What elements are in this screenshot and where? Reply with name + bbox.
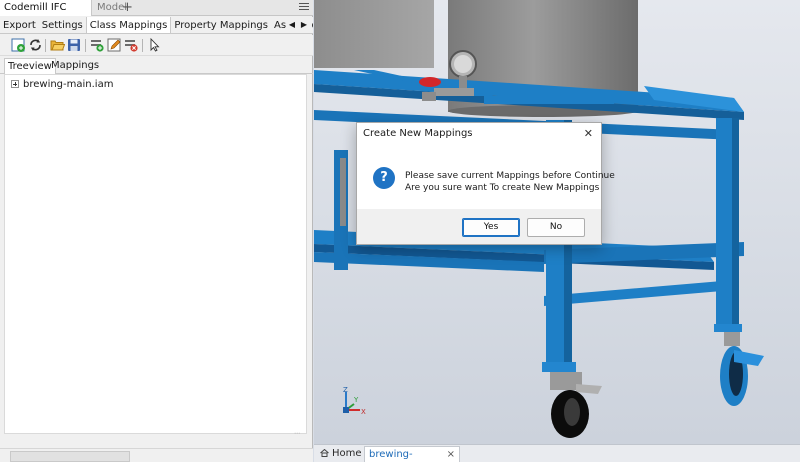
mappings-toolbar bbox=[0, 35, 313, 56]
ifc-exporter-panel: Codemill IFC Exporter Model + ExportSett… bbox=[0, 0, 313, 462]
toolbar-separator bbox=[142, 39, 143, 52]
resize-grip-icon[interactable]: ⋯ bbox=[294, 430, 302, 438]
exporter-subtabs: Export Settings Class Mappings Property Map… bbox=[0, 17, 313, 34]
dialog-message-line-1: Please save current Mappings before Cont… bbox=[405, 171, 615, 181]
app-window: Codemill IFC Exporter Model + ExportSett… bbox=[0, 0, 800, 462]
valve-handle bbox=[419, 77, 441, 87]
delete-icon[interactable] bbox=[124, 38, 139, 52]
view-tabs: Treeview Mappings bbox=[0, 57, 313, 74]
tree-item[interactable]: brewing-main.iam bbox=[11, 78, 113, 92]
dialog-message: Please save current Mappings before Cont… bbox=[405, 170, 615, 194]
add-tab-button[interactable]: + bbox=[122, 0, 133, 16]
tab-mappings[interactable]: Mappings bbox=[48, 58, 102, 74]
save-icon[interactable] bbox=[67, 38, 82, 52]
tab-class-mappings[interactable]: Class Mappings bbox=[85, 17, 172, 33]
svg-text:Y: Y bbox=[353, 396, 359, 404]
dialog-title: Create New Mappings bbox=[363, 128, 473, 139]
edit-icon[interactable] bbox=[107, 38, 122, 52]
question-icon: ? bbox=[373, 167, 395, 189]
tab-export[interactable]: Export bbox=[0, 17, 39, 33]
create-new-mappings-dialog: Create New Mappings ✕ ? Please save curr… bbox=[356, 122, 615, 245]
frame-leg bbox=[716, 118, 732, 330]
hamburger-menu-icon[interactable] bbox=[299, 1, 309, 11]
tab-document[interactable]: brewing-main.iam × bbox=[364, 446, 460, 462]
no-button[interactable]: No bbox=[527, 218, 585, 237]
dialog-message-line-2: Are you sure want To create New Mappings bbox=[405, 183, 600, 193]
close-icon[interactable]: × bbox=[447, 447, 455, 462]
toolbar-separator bbox=[45, 39, 46, 52]
yes-button[interactable]: Yes bbox=[462, 218, 520, 237]
tab-codemill-ifc-exporter[interactable]: Codemill IFC Exporter bbox=[0, 0, 92, 29]
dialog-body: ? Please save current Mappings before Co… bbox=[357, 145, 615, 209]
status-field bbox=[10, 451, 130, 462]
dialog-footer: Yes No bbox=[357, 209, 601, 244]
tab-home-label: Home bbox=[332, 448, 362, 459]
tab-home[interactable]: Home bbox=[316, 446, 366, 462]
tree-item-label: brewing-main.iam bbox=[23, 79, 114, 90]
expand-icon[interactable] bbox=[11, 80, 19, 88]
tab-scroll-arrows: ◀ ▶ bbox=[286, 17, 312, 33]
svg-text:Z: Z bbox=[343, 386, 348, 394]
scroll-left-icon[interactable]: ◀ bbox=[286, 17, 298, 33]
axis-triad-icon: Z X Y bbox=[343, 386, 366, 416]
assembly-tree: brewing-main.iam bbox=[4, 74, 307, 434]
tab-document-label: brewing-main.iam bbox=[369, 449, 413, 460]
panel-tab-strip: Codemill IFC Exporter Model + bbox=[0, 0, 313, 29]
open-folder-icon[interactable] bbox=[50, 38, 66, 52]
left-tank bbox=[314, 0, 434, 68]
scroll-right-icon[interactable]: ▶ bbox=[298, 17, 310, 33]
toolbar-separator bbox=[85, 39, 86, 52]
home-icon bbox=[320, 449, 329, 457]
panel-status-bar bbox=[0, 448, 313, 462]
close-icon[interactable]: ✕ bbox=[584, 126, 593, 142]
document-tab-bar: Home brewing-main.iam × bbox=[314, 444, 800, 462]
refresh-icon[interactable] bbox=[28, 38, 43, 52]
add-row-icon[interactable] bbox=[90, 38, 105, 52]
select-cursor-icon[interactable] bbox=[147, 37, 162, 52]
new-mapping-icon[interactable] bbox=[11, 38, 26, 52]
tab-settings[interactable]: Settings bbox=[39, 17, 86, 33]
svg-text:X: X bbox=[361, 408, 366, 416]
tab-property-mappings[interactable]: Property Mappings bbox=[171, 17, 271, 33]
